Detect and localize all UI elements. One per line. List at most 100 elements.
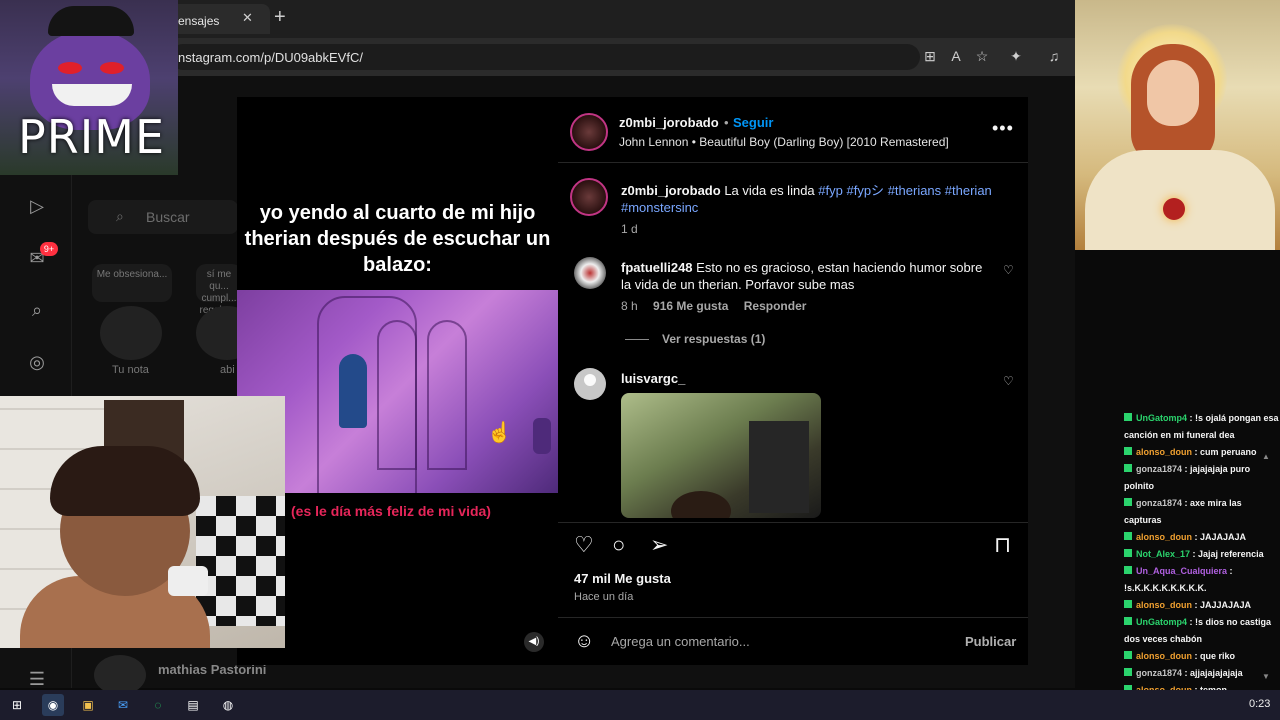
chat-message: UnGatomp4 : !s dios no castiga dos veces… — [1124, 614, 1280, 648]
comment-avatar[interactable] — [574, 257, 606, 289]
chat-message: UnGatomp4 : !s ojalá pongan esa canción … — [1124, 410, 1280, 444]
extensions-icon[interactable]: ✦ — [1006, 46, 1026, 66]
caption-text: La vida es linda — [724, 183, 815, 198]
video-frame — [237, 290, 558, 493]
chat-text: : JAJAJAJA — [1194, 532, 1247, 542]
chat-message: gonza1874 : axe mira las capturas — [1124, 495, 1280, 529]
chat-username[interactable]: gonza1874 — [1136, 498, 1182, 508]
file-explorer-icon[interactable]: ▣ — [77, 694, 99, 716]
chat-scroll-down-icon[interactable]: ▼ — [1262, 672, 1270, 681]
apps-icon[interactable]: ⊞ — [920, 46, 940, 66]
chat-username[interactable]: gonza1874 — [1136, 464, 1182, 474]
edge-browser-icon[interactable]: ◉ — [42, 694, 64, 716]
chat-username[interactable]: gonza1874 — [1136, 668, 1182, 678]
chat-username[interactable]: UnGatomp4 — [1136, 413, 1187, 423]
browser-tab[interactable]: ensajes — [170, 4, 270, 34]
note-user-label: abi — [220, 364, 235, 376]
chat-message: gonza1874 : jajajajaja puro polnito — [1124, 461, 1280, 495]
chat-username[interactable]: Un_Aqua_Cualquiera — [1136, 566, 1227, 576]
view-replies-button[interactable]: Ver respuestas (1) — [662, 332, 765, 346]
chat-text: : que riko — [1194, 651, 1236, 661]
chat-username[interactable]: alonso_doun — [1136, 651, 1192, 661]
hashtag[interactable]: #therian — [945, 183, 992, 198]
comment-icon[interactable]: ○ — [612, 532, 625, 558]
default-user-icon — [584, 374, 596, 386]
post-caption: z0mbi_jorobado La vida es linda #fyp #fy… — [621, 182, 1006, 216]
emoji-icon[interactable]: ☺ — [574, 630, 594, 653]
comment-input[interactable] — [611, 630, 941, 652]
likes-count[interactable]: 47 mil Me gusta — [574, 571, 671, 586]
note-bubble[interactable]: Me obsesiona... — [92, 264, 172, 302]
chat-badge-icon — [1124, 413, 1132, 421]
caption-username[interactable]: z0mbi_jorobado — [621, 183, 721, 198]
author-username[interactable]: z0mbi_jorobado — [619, 115, 719, 130]
windows-start-icon[interactable]: ⊞ — [6, 694, 28, 716]
save-bookmark-icon[interactable]: ⊓ — [994, 532, 1011, 558]
chat-username[interactable]: UnGatomp4 — [1136, 617, 1187, 627]
media-control-icon[interactable]: ♫ — [1044, 46, 1064, 66]
hashtag[interactable]: #monstersinc — [621, 200, 698, 215]
chat-badge-icon — [1124, 668, 1132, 676]
note-avatar[interactable] — [100, 306, 162, 360]
publish-button[interactable]: Publicar — [965, 634, 1016, 649]
explore-icon[interactable]: ◎ — [24, 349, 50, 375]
caption-timestamp[interactable]: 1 d — [621, 222, 638, 236]
close-tab-icon[interactable]: ✕ — [242, 10, 253, 26]
comment-meta: 8 h 916 Me gusta Responder — [621, 299, 818, 313]
conversation-avatar[interactable] — [94, 655, 146, 695]
reels-icon[interactable]: ▷ — [24, 193, 50, 219]
terminal-icon[interactable]: ▤ — [182, 694, 204, 716]
mail-icon[interactable]: ✉ — [112, 694, 134, 716]
comment-image[interactable] — [621, 393, 821, 518]
address-bar[interactable]: nstagram.com/p/DU09abkEVfC/ — [170, 44, 920, 70]
volume-icon[interactable]: ◀) — [524, 632, 544, 652]
divider — [558, 617, 1028, 618]
video-subtitle: (es le día más feliz de mi vida) — [291, 503, 491, 519]
chat-message: Not_Alex_17 : Jajaj referencia — [1124, 546, 1280, 563]
saint-portrait-overlay — [1075, 0, 1280, 250]
hashtag[interactable]: #fypシ — [846, 183, 884, 198]
chat-message: alonso_doun : cum peruano — [1124, 444, 1280, 461]
more-menu-icon[interactable]: ☰ — [24, 666, 50, 692]
whatsapp-icon[interactable]: ◌ — [147, 694, 169, 716]
share-send-icon[interactable]: ➢ — [650, 532, 668, 558]
new-tab-icon[interactable]: + — [274, 6, 286, 29]
separator-dot: • — [724, 115, 729, 130]
hashtag[interactable]: #fyp — [818, 183, 843, 198]
search-input[interactable]: Buscar — [88, 200, 238, 234]
chat-scroll-up-icon[interactable]: ▲ — [1262, 452, 1270, 461]
chat-username[interactable]: alonso_doun — [1136, 447, 1192, 457]
comment-likes[interactable]: 916 Me gusta — [653, 299, 728, 313]
comment-age[interactable]: 8 h — [621, 299, 638, 313]
reply-button[interactable]: Responder — [744, 299, 807, 313]
chat-badge-icon — [1124, 464, 1132, 472]
author-avatar[interactable] — [570, 113, 608, 151]
replies-line — [625, 339, 649, 340]
hashtag[interactable]: #therians — [888, 183, 941, 198]
follow-button[interactable]: Seguir — [733, 115, 773, 130]
chat-message: alonso_doun : que riko — [1124, 648, 1280, 665]
chat-username[interactable]: Not_Alex_17 — [1136, 549, 1190, 559]
search-nav-icon[interactable]: ⌕ — [24, 297, 50, 323]
audio-track[interactable]: John Lennon • Beautiful Boy (Darling Boy… — [619, 135, 949, 149]
chat-username[interactable]: alonso_doun — [1136, 532, 1192, 542]
chat-badge-icon — [1124, 617, 1132, 625]
more-options-icon[interactable]: ••• — [992, 118, 1014, 139]
messages-badge: 9+ — [40, 242, 58, 256]
comment-username[interactable]: luisvargc_ — [621, 371, 685, 386]
caption-author-avatar[interactable] — [570, 178, 608, 216]
read-aloud-icon[interactable]: A — [946, 46, 966, 66]
chat-text: : Jajaj referencia — [1192, 549, 1264, 559]
obs-icon[interactable]: ◍ — [217, 694, 239, 716]
chat-badge-icon — [1124, 447, 1132, 455]
note-bubble[interactable]: sí me qu... cumpl... regalenn — [196, 264, 242, 316]
stream-chat: UnGatomp4 : !s ojalá pongan esa canción … — [1124, 410, 1280, 720]
comment-username[interactable]: fpatuelli248 — [621, 260, 693, 275]
comment-like-heart-icon[interactable]: ♡ — [1003, 374, 1014, 388]
chat-badge-icon — [1124, 549, 1132, 557]
comment-like-heart-icon[interactable]: ♡ — [1003, 263, 1014, 277]
chat-username[interactable]: alonso_doun — [1136, 600, 1192, 610]
favorite-star-icon[interactable]: ☆ — [972, 46, 992, 66]
vase-shape — [533, 418, 551, 454]
like-heart-icon[interactable]: ♡ — [574, 532, 594, 558]
